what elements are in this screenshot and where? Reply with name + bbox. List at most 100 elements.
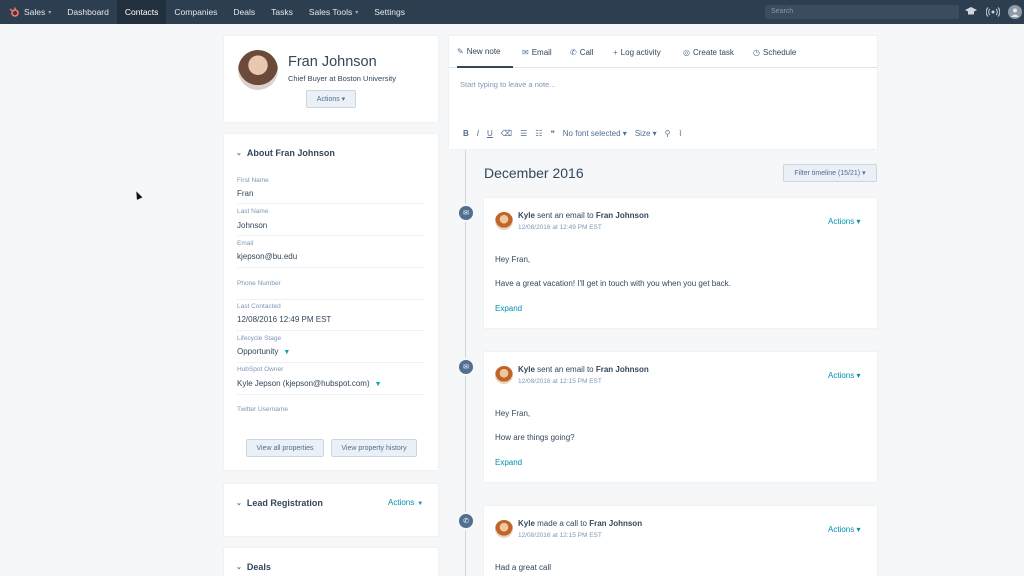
- nav-sales[interactable]: Sales ▾: [22, 0, 59, 24]
- first-name-value[interactable]: Fran: [237, 189, 253, 198]
- tab-label: Email: [531, 47, 552, 57]
- event-target[interactable]: Fran Johnson: [596, 365, 649, 374]
- nav-contacts[interactable]: Contacts: [116, 0, 167, 24]
- divider: [237, 267, 425, 268]
- attachment-icon[interactable]: ⌇: [679, 129, 683, 138]
- tab-log-activity[interactable]: + Log activity: [613, 36, 661, 68]
- avatar: [495, 520, 513, 538]
- contact-role: Chief Buyer at Boston University: [288, 74, 396, 83]
- tab-email[interactable]: ✉ Email: [522, 36, 552, 68]
- nav-tasks[interactable]: Tasks: [263, 0, 301, 24]
- view-all-properties-button[interactable]: View all properties: [246, 439, 324, 457]
- divider: [237, 203, 425, 204]
- nav-deals[interactable]: Deals: [225, 0, 263, 24]
- chevron-down-icon: ▾: [355, 9, 359, 16]
- caret-down-icon: ▼: [417, 501, 424, 507]
- event-target[interactable]: Fran Johnson: [596, 211, 649, 220]
- event-actor[interactable]: Kyle: [518, 365, 535, 374]
- broadcast-icon[interactable]: [986, 5, 1000, 19]
- about-title: About Fran Johnson: [246, 148, 335, 158]
- divider: [237, 330, 425, 331]
- check-circle-icon: ◎: [683, 47, 690, 57]
- envelope-icon: ✉: [522, 47, 529, 57]
- pencil-icon: ✎: [457, 46, 464, 56]
- event-title: Kyle made a call to Fran Johnson: [518, 519, 642, 528]
- expand-link[interactable]: Expand: [495, 458, 522, 467]
- lifecycle-stage-label: Lifecycle Stage: [237, 335, 282, 342]
- event-actor[interactable]: Kyle: [518, 519, 535, 528]
- lead-registration-header[interactable]: ⌄ Lead Registration: [236, 498, 323, 508]
- avatar: [495, 366, 513, 384]
- call-note-line: Had a great call: [495, 563, 552, 572]
- timeline-month: December 2016: [484, 165, 584, 181]
- chevron-down-icon: ⌄: [236, 500, 242, 507]
- mouse-cursor-icon: [133, 190, 143, 200]
- deals-header[interactable]: ⌄ Deals: [236, 562, 271, 572]
- tab-label: Call: [579, 47, 594, 57]
- contact-actions-button[interactable]: Actions ▾: [306, 90, 356, 108]
- clock-icon: ◷: [753, 47, 760, 57]
- activity-tabs: ✎ New note ✉ Email ✆ Call + Log activity ◎ Cr…: [449, 36, 877, 68]
- font-select[interactable]: No font selected ▾: [563, 129, 627, 138]
- nav-sales-tools[interactable]: Sales Tools ▾: [301, 0, 366, 24]
- email-body-line: Hey Fran,: [495, 409, 531, 418]
- bold-button[interactable]: B: [463, 129, 469, 138]
- event-actions-dropdown[interactable]: Actions ▾: [828, 371, 860, 380]
- bullet-list-icon[interactable]: ☰: [520, 129, 527, 138]
- tab-label: New note: [466, 46, 501, 56]
- envelope-icon: ✉: [457, 204, 475, 222]
- contact-profile-card: Fran Johnson Chief Buyer at Boston Unive…: [224, 36, 438, 122]
- event-actions-dropdown[interactable]: Actions ▾: [828, 217, 860, 226]
- lead-registration-actions[interactable]: Actions ▼: [388, 498, 423, 507]
- lifecycle-stage-value: Opportunity: [237, 347, 279, 356]
- deals-card: ⌄ Deals: [224, 548, 438, 576]
- nav-sales-label: Sales: [24, 7, 46, 17]
- formatting-toolbar: B I U ⌫ ☰ ☷ ❝ No font selected ▾ Size ▾ …: [463, 129, 682, 138]
- nav-dashboard[interactable]: Dashboard: [59, 0, 117, 24]
- italic-button[interactable]: I: [477, 129, 479, 138]
- email-body-line: Have a great vacation! I'll get in touch…: [495, 279, 731, 288]
- nav-settings[interactable]: Settings: [366, 0, 413, 24]
- phone-number-label: Phone Number: [237, 280, 281, 287]
- caret-down-icon: ▼: [283, 349, 291, 356]
- academy-icon[interactable]: [964, 5, 978, 19]
- event-verb: sent an email to: [537, 211, 594, 220]
- tab-create-task[interactable]: ◎ Create task: [683, 36, 734, 68]
- hubspot-logo-icon[interactable]: [6, 4, 22, 20]
- expand-link[interactable]: Expand: [495, 304, 522, 313]
- tab-new-note[interactable]: ✎ New note: [457, 36, 513, 68]
- eraser-icon[interactable]: ⌫: [501, 129, 512, 138]
- filter-timeline-button[interactable]: Filter timeline (15/21) ▾: [783, 164, 877, 182]
- hubspot-owner-select[interactable]: Kyle Jepson (kjepson@hubspot.com) ▼: [237, 379, 382, 388]
- view-property-history-button[interactable]: View property history: [331, 439, 417, 457]
- underline-button[interactable]: U: [487, 129, 493, 138]
- phone-icon: ✆: [457, 512, 475, 530]
- last-name-value[interactable]: Johnson: [237, 221, 267, 230]
- lifecycle-stage-select[interactable]: Opportunity ▼: [237, 347, 290, 356]
- tab-schedule[interactable]: ◷ Schedule: [753, 36, 796, 68]
- quote-icon[interactable]: ❝: [550, 129, 554, 138]
- deals-title: Deals: [246, 562, 271, 572]
- note-textarea[interactable]: Start typing to leave a note...: [460, 80, 555, 89]
- last-contacted-value: 12/08/2016 12:49 PM EST: [237, 315, 332, 324]
- divider: [237, 362, 425, 363]
- phone-icon: ✆: [570, 47, 577, 57]
- event-timestamp: 12/08/2016 at 12:15 PM EST: [518, 532, 602, 539]
- numbered-list-icon[interactable]: ☷: [535, 129, 542, 138]
- chevron-down-icon: ▾: [48, 9, 52, 16]
- search-input[interactable]: Search: [765, 5, 959, 19]
- lead-registration-card: ⌄ Lead Registration Actions ▼: [224, 484, 438, 536]
- event-target[interactable]: Fran Johnson: [589, 519, 642, 528]
- tab-call[interactable]: ✆ Call: [570, 36, 593, 68]
- nav-companies[interactable]: Companies: [166, 0, 225, 24]
- event-title: Kyle sent an email to Fran Johnson: [518, 211, 649, 220]
- event-actions-dropdown[interactable]: Actions ▾: [828, 525, 860, 534]
- email-value[interactable]: kjepson@bu.edu: [237, 252, 297, 261]
- event-actor[interactable]: Kyle: [518, 211, 535, 220]
- about-section-header[interactable]: ⌄ About Fran Johnson: [236, 148, 335, 158]
- size-select[interactable]: Size ▾: [635, 129, 657, 138]
- user-avatar-icon[interactable]: [1008, 5, 1022, 19]
- contact-name: Fran Johnson: [288, 54, 377, 70]
- link-icon[interactable]: ⚲: [665, 129, 671, 138]
- timeline-event-email-1: Kyle sent an email to Fran Johnson 12/08…: [484, 198, 877, 328]
